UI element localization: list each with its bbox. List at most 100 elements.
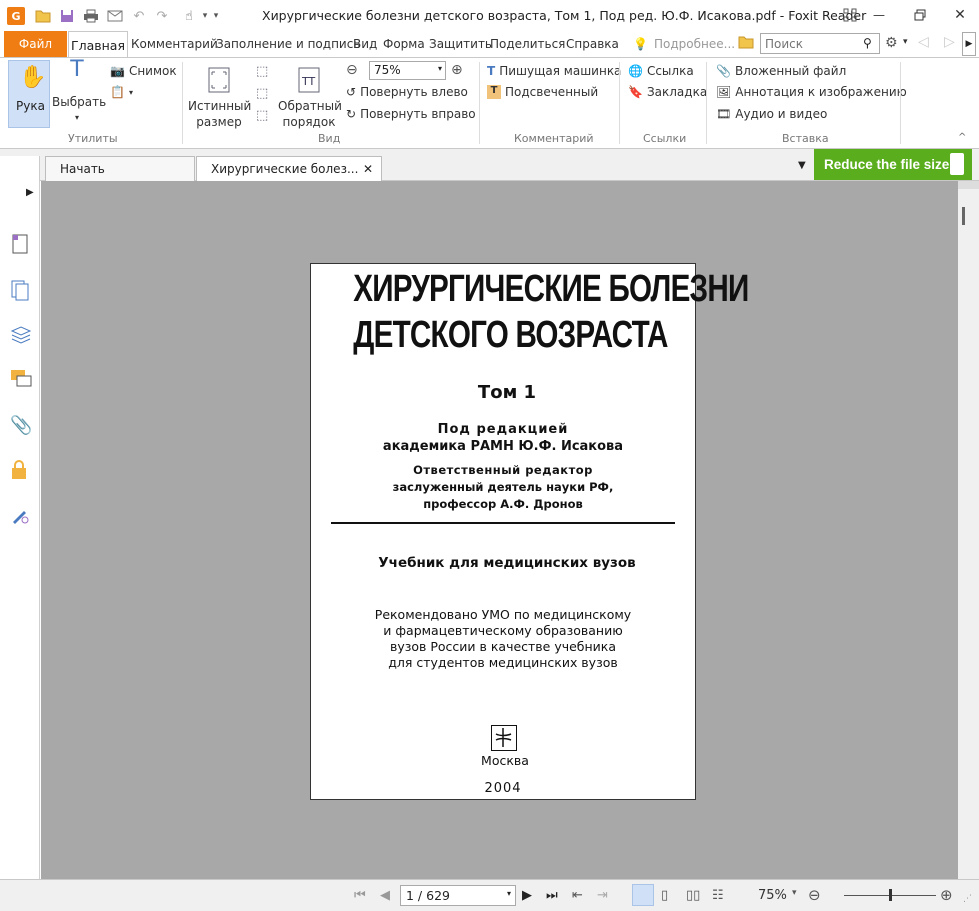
hand-label: Рука (16, 99, 45, 113)
actual-size-button[interactable]: Истинный размер (188, 62, 251, 130)
close-tab-icon[interactable]: ✕ (363, 162, 373, 176)
comments-icon[interactable] (10, 369, 32, 391)
next-view-icon[interactable]: ⇥ (597, 888, 608, 903)
link-button[interactable]: 🌐 Ссылка (628, 64, 694, 78)
zip-file-icon (950, 153, 964, 175)
last-page-icon[interactable]: ⏭ (546, 888, 558, 903)
select-button[interactable]: T Выбрать ▾ (52, 59, 106, 126)
rotate-right-button[interactable]: ↻ Повернуть вправо (346, 107, 476, 121)
search-input[interactable] (761, 34, 857, 53)
open-icon[interactable] (34, 7, 52, 25)
bookmark-button[interactable]: 🔖 Закладка (628, 85, 707, 99)
zoom-select[interactable]: 75% ▾ (369, 61, 446, 80)
save-icon[interactable] (58, 7, 76, 25)
zoom-dropdown-icon[interactable]: ▾ (792, 888, 797, 898)
image-annotation-button[interactable]: 🖼 Аннотация к изображению (716, 85, 907, 99)
menu-share[interactable]: Поделиться (490, 37, 565, 51)
search-icon[interactable]: ⚲ (863, 36, 872, 50)
zoom-in-status-icon[interactable]: ⊕ (940, 886, 953, 904)
menu-view[interactable]: Вид (353, 37, 377, 51)
settings-dropdown-icon[interactable]: ▾ (903, 37, 908, 47)
continuous-icon[interactable]: ▯ (661, 888, 668, 903)
expand-panel-icon[interactable]: ▶ (26, 187, 34, 198)
settings-icon[interactable]: ⚙ (885, 35, 898, 51)
minimize-button[interactable]: — (865, 4, 893, 26)
fit-width-icon[interactable]: ⬚ (256, 86, 268, 101)
undo-icon[interactable]: ↶ (130, 7, 148, 25)
snapshot-button[interactable]: 📷 Снимок (110, 64, 177, 78)
redo-icon[interactable]: ↷ (153, 7, 171, 25)
attachments-icon[interactable]: 📎 (10, 415, 32, 437)
menu-comment[interactable]: Комментарий (131, 37, 218, 51)
email-icon[interactable] (106, 7, 124, 25)
tab-document[interactable]: Хирургические болез... ✕ (196, 156, 382, 181)
security-lock-icon[interactable] (10, 459, 32, 481)
fit-visible-icon[interactable]: ⬚ (256, 108, 268, 123)
first-page-icon[interactable]: ⏮ (354, 888, 366, 903)
print-icon[interactable] (82, 7, 100, 25)
group-label-insert: Вставка (782, 132, 829, 145)
fit-page-icon[interactable]: ⬚ (256, 64, 268, 79)
maximize-button[interactable] (906, 4, 934, 26)
close-button[interactable]: ✕ (946, 4, 974, 26)
ribbon-scroll-icon[interactable]: ▶ (962, 32, 976, 56)
folder-search-icon[interactable] (738, 35, 754, 52)
zoom-slider-thumb[interactable] (888, 889, 892, 901)
doc-rec-line4: для студентов медицинских вузов (388, 655, 618, 670)
menu-help[interactable]: Справка (566, 37, 619, 51)
audio-video-button[interactable]: 🎞 Аудио и видео (716, 107, 827, 121)
reverse-order-button[interactable]: TT Обратный порядок (278, 62, 342, 130)
menu-fill-sign[interactable]: Заполнение и подпись (216, 37, 360, 51)
doc-title-line1: ХИРУРГИЧЕСКИЕ БОЛЕЗНИ (353, 268, 749, 310)
reverse-order-label-2: порядок (282, 115, 336, 129)
image-annotation-label: Аннотация к изображению (735, 85, 907, 99)
ribbon-display-icon[interactable] (836, 4, 864, 26)
menu-protect[interactable]: Защитить (429, 37, 492, 51)
zoom-out-icon[interactable]: ⊖ (346, 62, 358, 78)
menu-home[interactable]: Главная (68, 31, 128, 58)
zoom-in-icon[interactable]: ⊕ (451, 62, 463, 78)
signatures-icon[interactable] (10, 505, 32, 527)
reverse-order-label-1: Обратный (278, 99, 342, 113)
menu-form[interactable]: Форма (383, 37, 425, 51)
chevron-down-icon: ▾ (74, 113, 79, 122)
previous-view-icon[interactable]: ⇤ (572, 888, 583, 903)
single-page-icon[interactable] (632, 884, 654, 906)
resize-grip-icon[interactable]: ⋰ (963, 894, 972, 904)
tabs-dropdown-icon[interactable]: ▼ (798, 160, 806, 171)
zoom-out-status-icon[interactable]: ⊖ (808, 886, 821, 904)
clipboard-button[interactable]: 📋 ▾ (110, 85, 133, 99)
doc-subtitle: Учебник для медицинских вузов (378, 555, 636, 571)
customize-toolbar-icon[interactable]: ▾ (207, 7, 225, 25)
next-icon[interactable]: ▷ (944, 34, 955, 50)
highlight-button[interactable]: T Подсвеченный (487, 85, 598, 99)
menu-file[interactable]: Файл (4, 31, 67, 57)
search-box[interactable]: ⚲ (760, 33, 880, 54)
vertical-scrollbar[interactable] (958, 181, 979, 879)
collapse-ribbon-icon[interactable]: ^ (958, 132, 966, 143)
scroll-up-area[interactable] (958, 181, 979, 189)
previous-page-icon[interactable]: ◀ (380, 888, 390, 903)
typewriter-button[interactable]: T Пишущая машинка (487, 64, 621, 78)
page-thumbnails-icon[interactable] (10, 233, 32, 255)
next-page-icon[interactable]: ▶ (522, 888, 532, 903)
pages-icon[interactable] (10, 279, 32, 301)
continuous-facing-icon[interactable]: ☷ (712, 888, 724, 903)
attachment-button[interactable]: 📎 Вложенный файл (716, 64, 846, 78)
group-label-comment: Комментарий (514, 132, 594, 145)
rotate-left-button[interactable]: ↺ Повернуть влево (346, 85, 468, 99)
scroll-thumb[interactable] (962, 207, 965, 225)
zoom-slider-track[interactable] (844, 889, 936, 901)
reduce-file-size-button[interactable]: Reduce the file size (814, 149, 972, 180)
layers-icon[interactable] (10, 325, 32, 347)
doc-editor-line2: академика РАМН Ю.Ф. Исакова (382, 439, 624, 454)
hand-button[interactable]: ✋ Рука (8, 60, 50, 128)
facing-icon[interactable]: ▯▯ (686, 888, 700, 903)
page-number-field[interactable]: 1 / 629 ▾ (400, 885, 516, 906)
previous-icon[interactable]: ◁ (918, 34, 929, 50)
tell-me-field[interactable]: Подробнее... (654, 37, 735, 51)
publisher-logo (491, 725, 517, 751)
reduce-file-size-label: Reduce the file size (824, 157, 950, 172)
panel-spacer (0, 156, 40, 181)
tab-start[interactable]: Начать (45, 156, 195, 181)
